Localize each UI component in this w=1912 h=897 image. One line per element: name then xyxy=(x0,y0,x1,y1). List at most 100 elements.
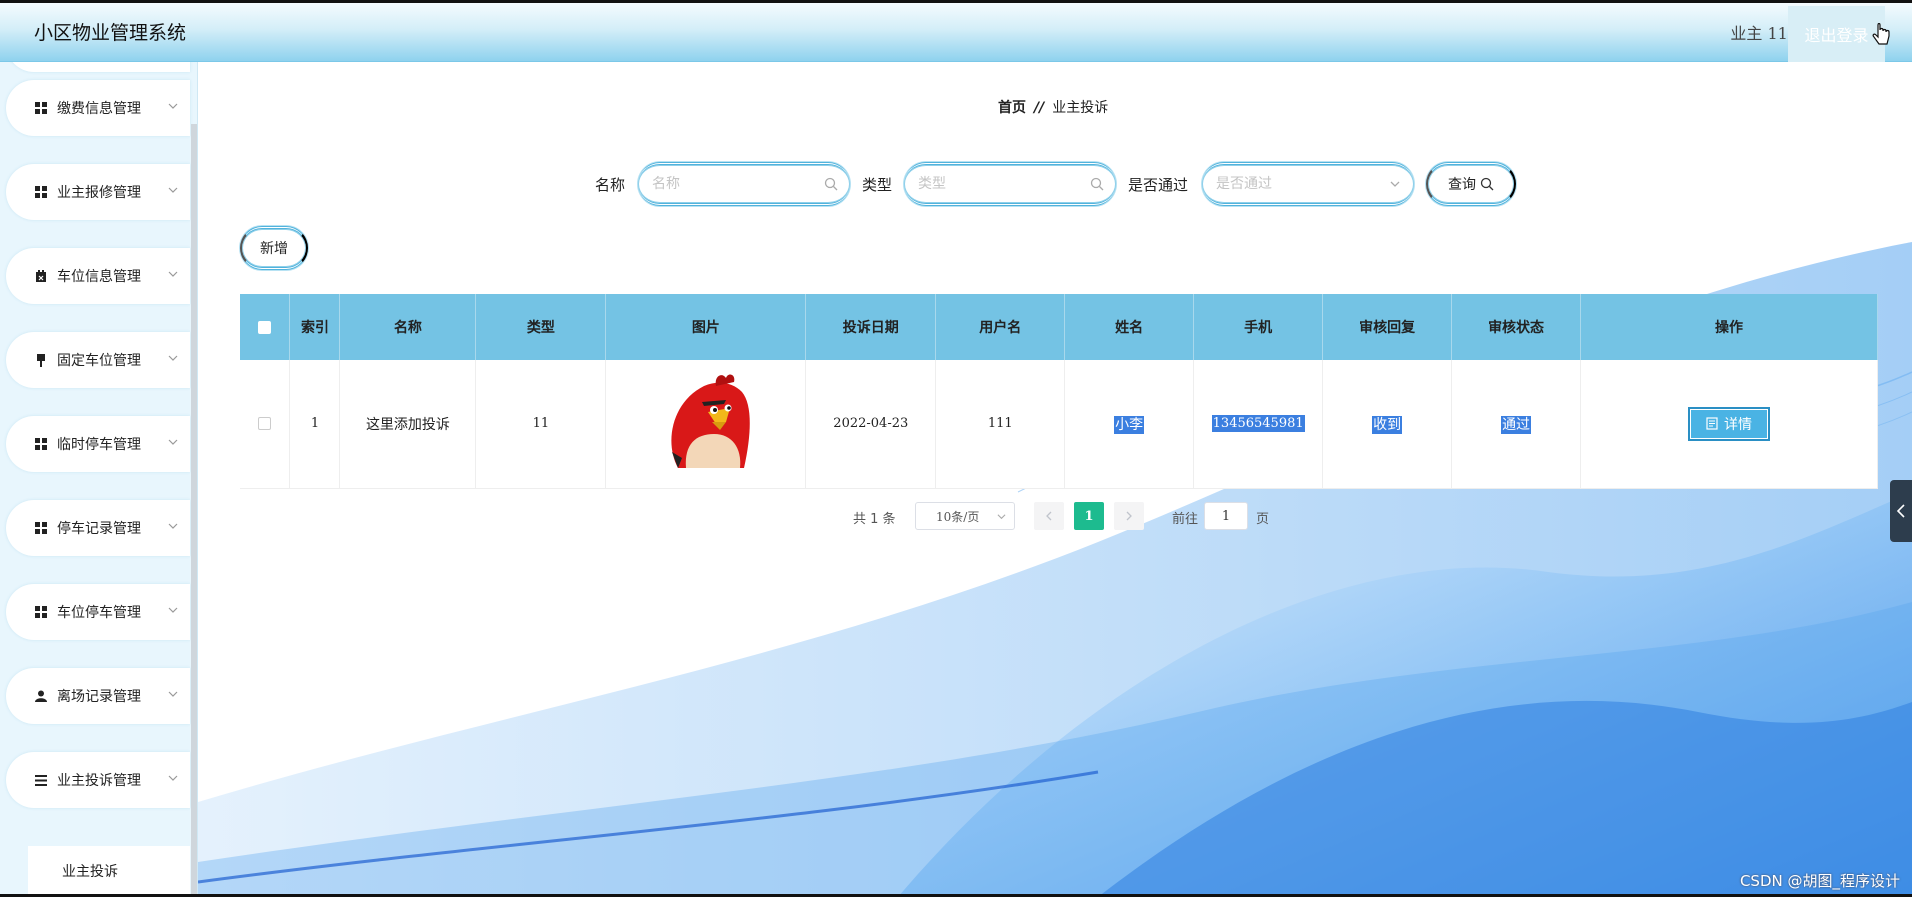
chevron-down-icon xyxy=(997,514,1006,520)
search-icon xyxy=(824,177,838,191)
sidebar-scrollbar[interactable] xyxy=(191,124,197,897)
select-all-cell xyxy=(240,294,291,360)
name-filter-label: 名称 xyxy=(595,176,626,194)
goto-label: 前往 xyxy=(1172,512,1199,527)
cell-date: 2022-04-23 xyxy=(805,360,937,489)
next-page-button[interactable] xyxy=(1114,502,1144,530)
page-suffix-label: 页 xyxy=(1256,512,1270,527)
grid-icon xyxy=(34,522,47,535)
sidebar-item-label: 缴费信息管理 xyxy=(57,101,141,117)
grid-icon xyxy=(34,438,47,451)
sidebar-item-fixed-parking[interactable]: 固定车位管理 xyxy=(6,332,190,388)
pagination: 共 1 条 10条/页 1 前往 1 页 xyxy=(198,502,1912,530)
chevron-right-icon xyxy=(1126,511,1132,521)
sidebar-item-temp-parking[interactable]: 临时停车管理 xyxy=(6,416,190,472)
table-header-row: 索引 名称 类型 图片 投诉日期 用户名 姓名 手机 审核回复 审核状态 操作 xyxy=(240,294,1878,360)
col-type: 类型 xyxy=(475,294,607,360)
document-icon xyxy=(1706,417,1718,430)
chevron-down-icon xyxy=(168,691,178,697)
sidebar-item-parking-records[interactable]: 停车记录管理 xyxy=(6,500,190,556)
type-input[interactable] xyxy=(918,174,1078,194)
add-button[interactable]: 新增 xyxy=(240,226,308,270)
sidebar-item-space-parking[interactable]: 车位停车管理 xyxy=(6,584,190,640)
sidebar-item-label: 临时停车管理 xyxy=(57,437,141,453)
main-content: 首页 // 业主投诉 名称 类型 是否通过 查询 新增 索引 名称 xyxy=(198,62,1912,897)
passed-filter-label: 是否通过 xyxy=(1128,176,1189,194)
table-row: 1 这里添加投诉 11 2022-04-23 111 小李 1345654598… xyxy=(240,360,1878,489)
select-all-checkbox[interactable] xyxy=(258,320,272,334)
passed-input[interactable] xyxy=(1216,174,1376,194)
name-input[interactable] xyxy=(652,174,812,194)
sidebar-item-fee[interactable]: 缴费信息管理 xyxy=(6,80,190,136)
cell-phone: 13456545981 xyxy=(1193,360,1324,489)
row-checkbox[interactable] xyxy=(258,417,272,431)
col-username: 用户名 xyxy=(935,294,1066,360)
type-filter-label: 类型 xyxy=(862,176,893,194)
breadcrumb-home[interactable]: 首页 xyxy=(998,100,1026,116)
cell-reply: 收到 xyxy=(1322,360,1453,489)
breadcrumb: 首页 // 业主投诉 xyxy=(998,97,1108,117)
col-name: 名称 xyxy=(339,294,477,360)
sidebar-item-label: 停车记录管理 xyxy=(57,521,141,537)
realname-text: 小李 xyxy=(1114,415,1145,434)
side-collapse-tab[interactable] xyxy=(1890,480,1912,542)
col-action: 操作 xyxy=(1580,294,1878,360)
col-image: 图片 xyxy=(605,294,807,360)
type-filter-box[interactable] xyxy=(904,162,1116,206)
calendar-x-icon xyxy=(34,269,47,283)
goto-page-input[interactable]: 1 xyxy=(1204,502,1248,530)
sidebar-item-label: 固定车位管理 xyxy=(57,353,141,369)
query-button[interactable]: 查询 xyxy=(1426,162,1516,206)
prev-page-button[interactable] xyxy=(1034,502,1064,530)
chevron-down-icon xyxy=(168,103,178,109)
col-status: 审核状态 xyxy=(1451,294,1582,360)
name-filter-box[interactable] xyxy=(638,162,850,206)
phone-text: 13456545981 xyxy=(1211,415,1305,433)
detail-button-label: 详情 xyxy=(1724,416,1753,433)
complaints-table: 索引 名称 类型 图片 投诉日期 用户名 姓名 手机 审核回复 审核状态 操作 … xyxy=(240,294,1878,489)
passed-select[interactable] xyxy=(1202,162,1414,206)
cell-image xyxy=(605,360,807,489)
page-size-value: 10条/页 xyxy=(936,510,980,524)
cell-action: 详情 xyxy=(1580,360,1878,489)
status-text: 通过 xyxy=(1501,415,1532,434)
search-icon xyxy=(1480,177,1494,191)
pagination-total: 共 1 条 xyxy=(853,512,896,527)
sidebar-item-repair[interactable]: 业主报修管理 xyxy=(6,164,190,220)
chevron-down-icon xyxy=(1390,181,1400,187)
chevron-down-icon xyxy=(168,187,178,193)
sidebar-item-exit-records[interactable]: 离场记录管理 xyxy=(6,668,190,724)
sidebar-item-label: 车位信息管理 xyxy=(57,269,141,285)
detail-button[interactable]: 详情 xyxy=(1688,406,1771,441)
logout-button[interactable]: 退出登录 xyxy=(1788,6,1885,62)
cell-username: 111 xyxy=(935,360,1066,489)
breadcrumb-separator: // xyxy=(1034,100,1045,116)
page-size-select[interactable]: 10条/页 xyxy=(915,502,1015,530)
top-header: 小区物业管理系统 业主 111 退出登录 xyxy=(0,0,1912,62)
breadcrumb-current: 业主投诉 xyxy=(1052,100,1109,116)
thumbtack-icon xyxy=(34,353,47,367)
col-index: 索引 xyxy=(289,294,341,360)
chevron-down-icon xyxy=(168,523,178,529)
cell-status: 通过 xyxy=(1451,360,1582,489)
cell-index: 1 xyxy=(289,360,341,489)
page-number-current[interactable]: 1 xyxy=(1074,502,1104,530)
app-title: 小区物业管理系统 xyxy=(34,22,187,44)
sidebar: 缴费信息管理 业主报修管理 车位信息管理 固定车位管理 临时停车管理 停车记录管… xyxy=(0,62,198,897)
sidebar-subitem-complaints[interactable]: 业主投诉 xyxy=(28,846,190,896)
angry-bird-image xyxy=(671,374,750,468)
row-select-cell xyxy=(240,360,291,489)
sidebar-item-parking-info[interactable]: 车位信息管理 xyxy=(6,248,190,304)
chevron-down-icon xyxy=(168,271,178,277)
col-reply: 审核回复 xyxy=(1322,294,1453,360)
chevron-down-icon xyxy=(168,607,178,613)
sidebar-item-label: 离场记录管理 xyxy=(57,689,141,705)
chevron-left-icon xyxy=(1896,504,1905,518)
cell-realname: 小李 xyxy=(1064,360,1195,489)
search-icon xyxy=(1090,177,1104,191)
list-icon xyxy=(34,774,47,787)
chevron-left-icon xyxy=(1046,511,1052,521)
sidebar-item-hidden-top[interactable] xyxy=(6,62,190,72)
sidebar-item-label: 业主投诉管理 xyxy=(57,773,141,789)
sidebar-item-complaints[interactable]: 业主投诉管理 xyxy=(6,752,190,808)
